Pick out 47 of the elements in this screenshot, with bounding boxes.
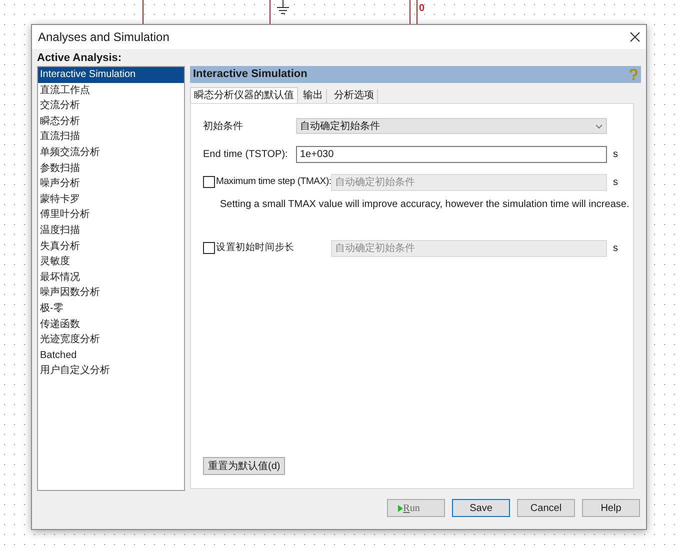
analysis-item[interactable]: 直流扫描 bbox=[38, 129, 184, 145]
analysis-item[interactable]: 噪声分析 bbox=[38, 176, 184, 192]
checkbox-label: 设置初始时间步长 bbox=[216, 240, 294, 255]
analysis-item[interactable]: 单频交流分析 bbox=[38, 144, 184, 161]
initial-condition-select[interactable]: 自动确定初始条件 bbox=[296, 118, 607, 134]
analysis-item[interactable]: 极-零 bbox=[38, 300, 184, 316]
hint-text: Setting a small TMAX value will improve accuracy, however the simulation time will increase. bbox=[220, 198, 630, 212]
field-label: 初始条件 bbox=[203, 120, 244, 134]
analysis-item[interactable]: 用户自定义分析 bbox=[38, 363, 184, 379]
analysis-item[interactable]: 傅里叶分析 bbox=[38, 207, 184, 223]
analysis-item[interactable]: Interactive Simulation bbox=[38, 67, 184, 83]
analysis-item[interactable]: 传递函数 bbox=[38, 316, 184, 332]
analysis-item[interactable]: 直流工作点 bbox=[38, 82, 184, 98]
analysis-item[interactable]: 温度扫描 bbox=[38, 222, 184, 239]
analysis-item[interactable]: 瞬态分析 bbox=[38, 114, 184, 130]
analysis-item[interactable]: 失真分析 bbox=[38, 238, 184, 254]
unit-label: s bbox=[613, 148, 618, 162]
play-icon bbox=[398, 504, 404, 512]
dialog-button[interactable]: Save bbox=[452, 499, 510, 517]
reset-defaults-button[interactable]: 重置为默认值(d) bbox=[203, 457, 286, 475]
dialog-button[interactable]: Cancel bbox=[517, 499, 575, 517]
tab[interactable]: 瞬态分析仪器的默认值 bbox=[190, 87, 298, 103]
window-title: Analyses and Simulation bbox=[38, 29, 170, 46]
end-time-field[interactable]: 1e+030 bbox=[296, 146, 607, 162]
analysis-item[interactable]: 蒙特卡罗 bbox=[38, 192, 184, 208]
chevron-down-icon bbox=[595, 124, 603, 128]
analysis-item[interactable]: Batched bbox=[38, 348, 184, 364]
close-icon[interactable] bbox=[630, 32, 640, 42]
tab[interactable]: 分析选项 bbox=[331, 89, 378, 103]
checkbox-label: Maximum time step (TMAX): bbox=[216, 174, 332, 189]
analysis-item[interactable]: 最坏情况 bbox=[38, 270, 184, 286]
run-button[interactable]: Run bbox=[387, 499, 445, 517]
panel-header: Interactive Simulation bbox=[190, 66, 641, 83]
unit-label: s bbox=[613, 242, 618, 256]
field-label: End time (TSTOP): bbox=[203, 148, 289, 162]
time-step-field: 自动确定初始条件 bbox=[331, 240, 607, 256]
time-step-field: 自动确定初始条件 bbox=[331, 174, 607, 190]
tab[interactable]: 输出 bbox=[300, 89, 327, 103]
sidebar-heading: Active Analysis: bbox=[37, 52, 123, 65]
analysis-item[interactable]: 灵敏度 bbox=[38, 254, 184, 270]
dialog-button[interactable]: Help bbox=[582, 499, 640, 517]
analysis-item[interactable]: 交流分析 bbox=[38, 98, 184, 114]
analysis-item[interactable]: 噪声因数分析 bbox=[38, 285, 184, 301]
analysis-item[interactable]: 光迹宽度分析 bbox=[38, 332, 184, 348]
unit-label: s bbox=[613, 176, 618, 190]
node-label: 0 bbox=[419, 2, 425, 16]
analysis-item[interactable]: 参数扫描 bbox=[38, 160, 184, 176]
